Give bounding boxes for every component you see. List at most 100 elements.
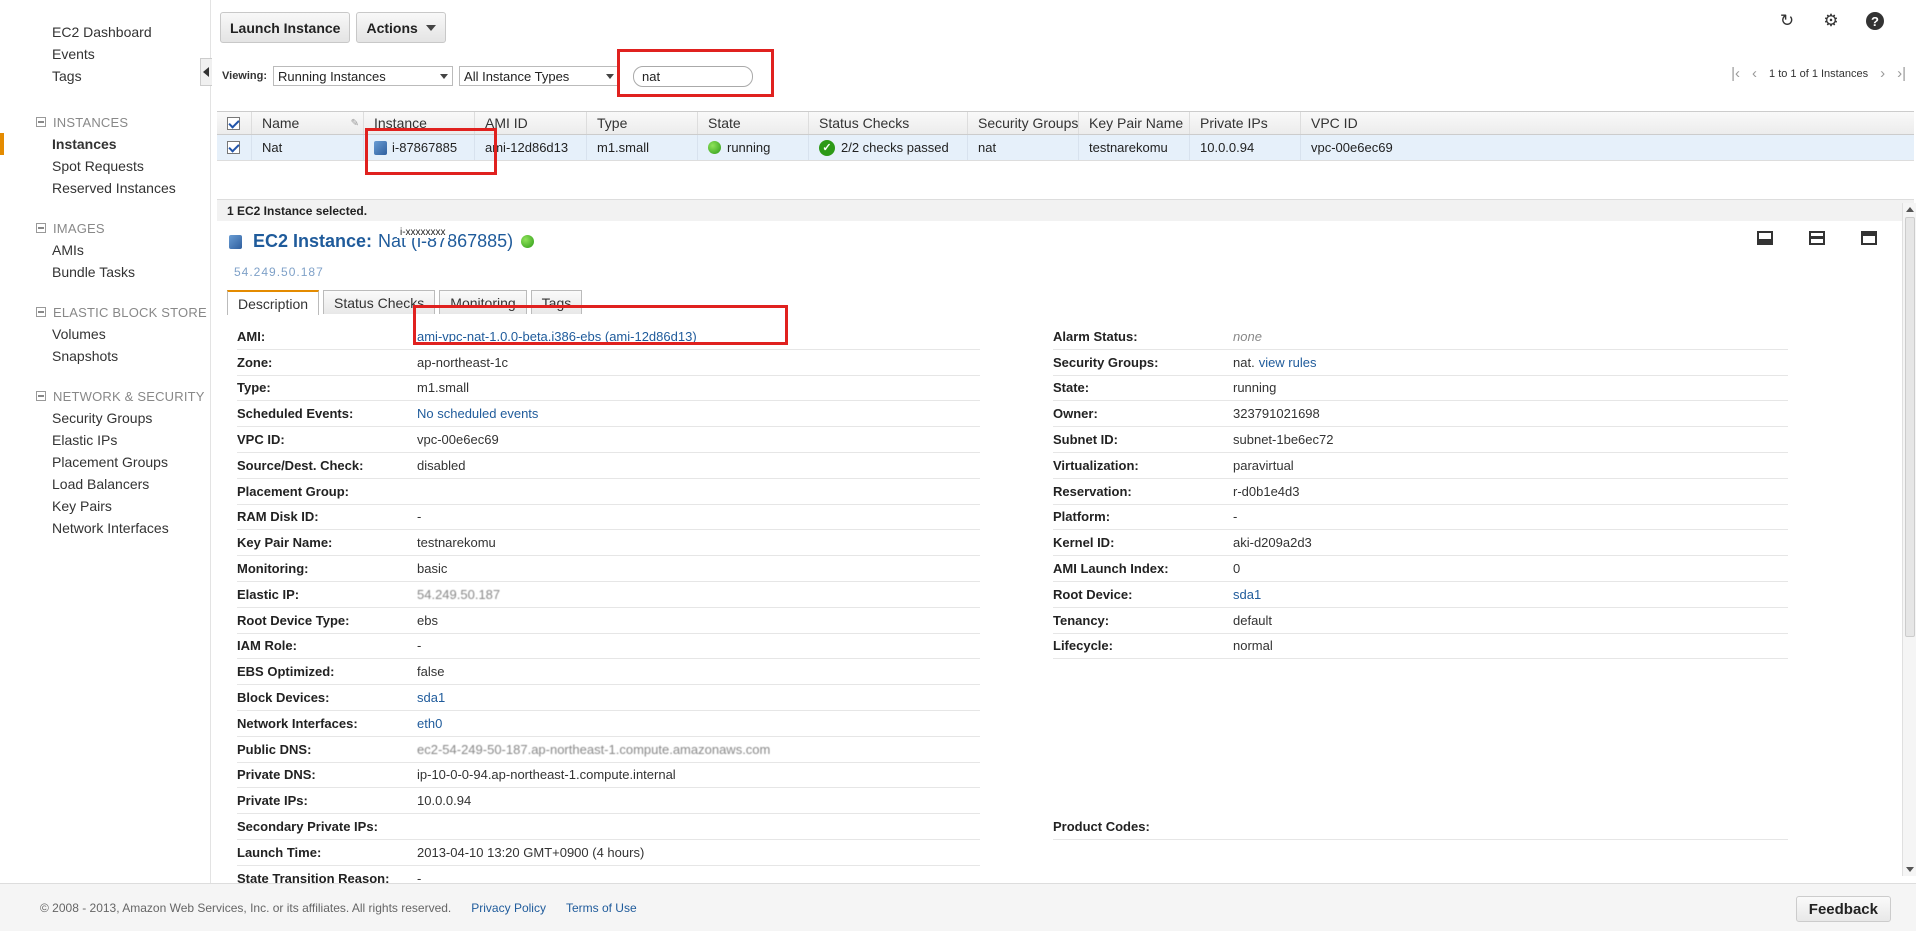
prev-page-icon[interactable]: ‹ (1752, 66, 1757, 81)
row-select-cell[interactable] (217, 135, 252, 160)
column-header-key-pair-name[interactable]: Key Pair Name (1079, 112, 1190, 134)
help-icon[interactable]: ? (1864, 10, 1886, 32)
collapse-icon (36, 391, 46, 401)
last-page-icon[interactable]: ›| (1897, 66, 1906, 81)
filter-bar: Viewing: Running Instances All Instance … (217, 61, 1914, 91)
column-header-name[interactable]: Name ✎ (252, 112, 364, 134)
detail-row: Private IPs: 10.0.0.94 (237, 788, 980, 815)
instance-detail-panel: EC2 Instance: Nat (i-87867885) i-xxxxxxx… (217, 221, 1897, 892)
scroll-thumb[interactable] (1905, 217, 1915, 637)
view-rules-link[interactable]: view rules (1259, 355, 1317, 370)
sidebar-item-amis[interactable]: AMIs (0, 239, 210, 261)
tab-description[interactable]: Description (227, 290, 320, 315)
detail-key: Private IPs: (237, 793, 308, 809)
select-all-checkbox[interactable] (227, 116, 240, 130)
detail-row: AMI: ami-vpc-nat-1.0.0-beta.i386-ebs (ami… (237, 324, 980, 350)
detail-value: none (1233, 328, 1262, 344)
state-filter-select[interactable]: Running Instances (273, 66, 454, 86)
tab-tags[interactable]: Tags (530, 290, 583, 314)
sidebar-section-ebs[interactable]: ELASTIC BLOCK STORE (0, 301, 210, 323)
gear-icon[interactable]: ⚙ (1820, 10, 1842, 32)
column-header-vpc-id[interactable]: VPC ID (1301, 112, 1901, 134)
launch-instance-button[interactable]: Launch Instance (220, 12, 351, 43)
sidebar-item-bundle-tasks[interactable]: Bundle Tasks (0, 261, 210, 283)
detail-value: r-d0b1e4d3 (1233, 483, 1300, 499)
sidebar-item-events[interactable]: Events (0, 43, 210, 65)
detail-value[interactable]: ami-vpc-nat-1.0.0-beta.i386-ebs (ami-12d… (417, 329, 697, 344)
detail-value[interactable]: No scheduled events (417, 406, 538, 421)
cell-status-checks: ✓ 2/2 checks passed (809, 135, 968, 160)
column-header-state[interactable]: State (698, 112, 809, 134)
sidebar-item-volumes[interactable]: Volumes (0, 323, 210, 345)
refresh-icon[interactable]: ↻ (1776, 10, 1798, 32)
split-panel-icon[interactable] (1809, 231, 1825, 245)
first-page-icon[interactable]: |‹ (1731, 66, 1740, 81)
detail-key: Reservation: (1053, 483, 1132, 499)
detail-value[interactable]: sda1 (417, 690, 445, 705)
detail-row: Public DNS: ec2-54-249-50-187.ap-northeas… (237, 737, 980, 763)
sidebar-item-snapshots[interactable]: Snapshots (0, 345, 210, 367)
select-all-cell[interactable] (217, 112, 252, 134)
sidebar-item-security-groups[interactable]: Security Groups (0, 407, 210, 429)
sidebar-section-instances[interactable]: INSTANCES (0, 111, 210, 133)
column-header-instance[interactable]: Instance (364, 112, 475, 134)
privacy-policy-link[interactable]: Privacy Policy (471, 901, 546, 915)
sidebar-collapse-button[interactable] (200, 58, 212, 86)
type-filter-select[interactable]: All Instance Types (459, 66, 620, 86)
column-header-status-checks[interactable]: Status Checks (809, 112, 968, 134)
maximize-panel-icon[interactable] (1861, 231, 1877, 245)
detail-row: Placement Group: (237, 479, 980, 505)
sidebar-section-images[interactable]: IMAGES (0, 217, 210, 239)
detail-key: Zone: (237, 354, 273, 370)
terms-of-use-link[interactable]: Terms of Use (566, 901, 637, 915)
detail-row: Tenancy: default (1053, 608, 1788, 634)
detail-title-label: EC2 Instance: (253, 231, 373, 251)
sidebar-item-reserved-instances[interactable]: Reserved Instances (0, 177, 210, 199)
sidebar-item-spot-requests[interactable]: Spot Requests (0, 155, 210, 177)
detail-row: Scheduled Events: No scheduled events (237, 401, 980, 428)
detail-value: 54.249.50.187 (417, 586, 501, 602)
sidebar-item-network-interfaces[interactable]: Network Interfaces (0, 517, 210, 539)
column-header-private-ips[interactable]: Private IPs (1190, 112, 1301, 134)
tab-status-checks[interactable]: Status Checks (323, 290, 436, 314)
cell-private-ip: 10.0.0.94 (1190, 135, 1301, 160)
sidebar-item-instances[interactable]: Instances (0, 133, 210, 155)
detail-scrollbar[interactable] (1902, 203, 1916, 876)
sidebar-item-placement-groups[interactable]: Placement Groups (0, 451, 210, 473)
status-text: 2/2 checks passed (841, 140, 949, 155)
detail-key: Platform: (1053, 509, 1111, 525)
sidebar-item-elastic-ips[interactable]: Elastic IPs (0, 429, 210, 451)
column-header-type[interactable]: Type (587, 112, 698, 134)
tab-monitoring[interactable]: Monitoring (439, 290, 527, 314)
feedback-button[interactable]: Feedback (1795, 896, 1891, 922)
detail-key: AMI: (237, 328, 266, 344)
detail-key: Block Devices: (237, 690, 330, 706)
column-header-security-groups[interactable]: Security Groups (968, 112, 1079, 134)
detail-value: false (417, 664, 445, 680)
detail-value[interactable]: eth0 (417, 716, 442, 731)
sidebar-item-key-pairs[interactable]: Key Pairs (0, 495, 210, 517)
sidebar-item-tags[interactable]: Tags (0, 65, 210, 87)
toolbar: Launch Instance Actions (220, 12, 446, 43)
scroll-up-icon[interactable] (1906, 207, 1914, 212)
detail-row: Launch Time: 2013-04-10 13:20 GMT+0900 (4… (237, 840, 980, 866)
search-input[interactable] (633, 65, 754, 87)
sidebar-item-load-balancers[interactable]: Load Balancers (0, 473, 210, 495)
actions-button[interactable]: Actions (356, 12, 446, 43)
detail-row (1053, 788, 1788, 814)
table-row[interactable]: Nat i-87867885 ami-12d86d13 m1.small run… (217, 135, 1914, 161)
detail-value: ap-northeast-1c (417, 354, 509, 370)
scroll-down-icon[interactable] (1906, 867, 1914, 872)
sidebar-item-ec2-dashboard[interactable]: EC2 Dashboard (0, 21, 210, 43)
next-page-icon[interactable]: › (1880, 66, 1885, 81)
minimize-panel-icon[interactable] (1757, 231, 1773, 245)
main-content: Launch Instance Actions ↻ ⚙ ? Viewing: R… (212, 0, 1916, 892)
detail-value: ec2-54-249-50-187.ap-northeast-1.compute… (417, 741, 771, 757)
row-checkbox[interactable] (227, 141, 240, 154)
sidebar-section-network-security[interactable]: NETWORK & SECURITY (0, 385, 210, 407)
detail-key: Private DNS: (237, 767, 316, 783)
detail-value[interactable]: sda1 (1233, 587, 1261, 602)
column-header-ami-id[interactable]: AMI ID (475, 112, 587, 134)
section-label: INSTANCES (53, 114, 129, 130)
detail-key: IAM Role: (237, 638, 297, 654)
